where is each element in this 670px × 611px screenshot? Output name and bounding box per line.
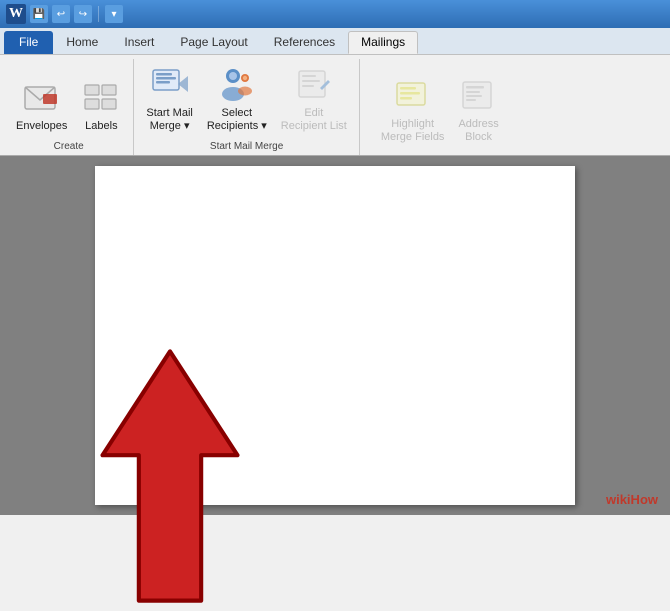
red-arrow <box>65 341 275 611</box>
ribbon: Envelopes Labels Create <box>0 54 670 156</box>
wiki-brand: H <box>631 492 640 507</box>
tab-mailings[interactable]: Mailings <box>348 31 418 54</box>
group-smail-merge-content: Start Mail Merge ▾ Select Recipients ▾ <box>142 63 350 139</box>
envelopes-icon <box>22 78 62 118</box>
group-write-insert: Highlight Merge Fields Address Block <box>360 59 520 155</box>
group-create-label: Create <box>54 139 84 155</box>
document-area: wikiHow <box>0 156 670 515</box>
edit-recipient-list-icon <box>294 65 334 105</box>
select-recipients-label: Select Recipients ▾ <box>207 107 267 133</box>
labels-icon <box>81 78 121 118</box>
tab-references[interactable]: References <box>261 31 348 54</box>
wikihow-watermark: wikiHow <box>606 492 658 507</box>
tab-insert[interactable]: Insert <box>111 31 167 54</box>
group-create: Envelopes Labels Create <box>4 59 134 155</box>
title-bar: W 💾 ↩ ↪ ▾ <box>0 0 670 28</box>
start-mail-merge-icon <box>150 65 190 105</box>
start-mail-merge-button[interactable]: Start Mail Merge ▾ <box>142 63 196 135</box>
address-block-label: Address Block <box>458 118 498 144</box>
wiki-suffix: ow <box>640 492 658 507</box>
save-btn[interactable]: 💾 <box>30 5 48 23</box>
labels-button[interactable]: Labels <box>77 76 125 135</box>
ribbon-tabs: File Home Insert Page Layout References … <box>0 28 670 54</box>
undo-btn[interactable]: ↩ <box>52 5 70 23</box>
tab-page-layout[interactable]: Page Layout <box>167 31 260 54</box>
separator <box>98 6 99 22</box>
address-block-button[interactable]: Address Block <box>454 74 502 146</box>
tab-file[interactable]: File <box>4 31 53 54</box>
group-start-mail-merge-label: Start Mail Merge <box>210 139 283 155</box>
labels-label: Labels <box>85 120 117 133</box>
highlight-merge-fields-button[interactable]: Highlight Merge Fields <box>377 74 449 146</box>
highlight-merge-fields-label: Highlight Merge Fields <box>381 118 445 144</box>
edit-recipient-list-button[interactable]: Edit Recipient List <box>277 63 351 135</box>
group-write-insert-content: Highlight Merge Fields Address Block <box>377 63 503 150</box>
tab-home[interactable]: Home <box>53 31 111 54</box>
edit-recipient-list-label: Edit Recipient List <box>281 107 347 133</box>
customize-btn[interactable]: ▾ <box>105 5 123 23</box>
select-recipients-button[interactable]: Select Recipients ▾ <box>203 63 271 135</box>
wiki-prefix: wiki <box>606 492 631 507</box>
group-start-mail-merge: Start Mail Merge ▾ Select Recipients ▾ <box>134 59 359 155</box>
envelopes-button[interactable]: Envelopes <box>12 76 71 135</box>
app-icon: W <box>6 4 26 24</box>
highlight-merge-fields-icon <box>393 76 433 116</box>
envelopes-label: Envelopes <box>16 120 67 133</box>
address-block-icon <box>459 76 499 116</box>
start-mail-merge-label: Start Mail Merge ▾ <box>146 107 192 133</box>
select-recipients-icon <box>217 65 257 105</box>
group-create-content: Envelopes Labels <box>12 63 125 139</box>
redo-btn[interactable]: ↪ <box>74 5 92 23</box>
